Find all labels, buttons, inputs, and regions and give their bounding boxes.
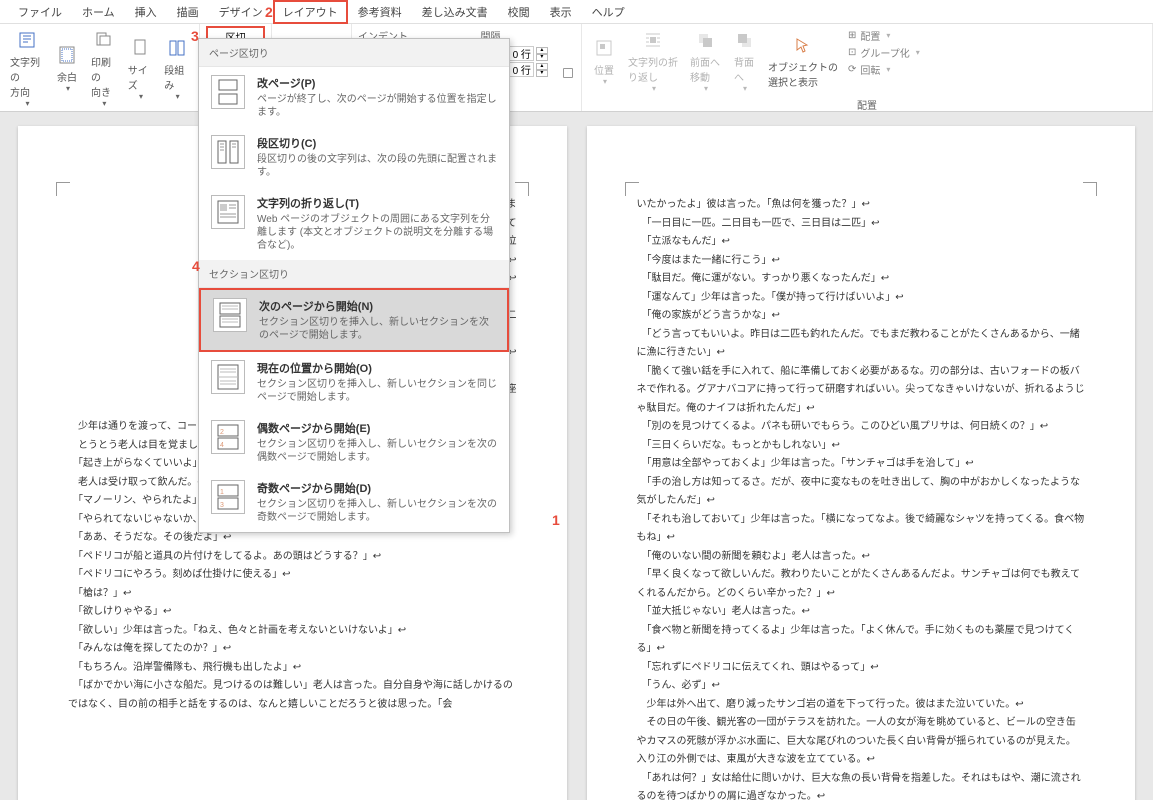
down-arrow[interactable]: ▾ <box>536 54 548 61</box>
odd-page-section-item[interactable]: 13 奇数ページから開始(D)セクション区切りを挿入し、新しいセクションを次の奇… <box>199 472 509 532</box>
svg-text:2: 2 <box>220 429 224 436</box>
annotation-2: 2 <box>265 4 273 20</box>
size-button[interactable]: サイズ▾ <box>124 26 157 110</box>
breaks-dropdown: ページ区切り 改ページ(P) ページが終了し、次のページが開始する位置を指定します… <box>198 38 510 533</box>
columns-label: 段組み <box>164 62 189 92</box>
backward-icon <box>732 28 756 52</box>
next-page-icon <box>213 298 247 332</box>
margins-button[interactable]: 余白▾ <box>51 26 83 110</box>
text-direction-label: 文字列の 方向 <box>10 54 43 99</box>
paragraph-launcher[interactable] <box>563 68 573 78</box>
rotate-button: ⟳回転▾ <box>848 62 920 77</box>
column-break-desc: 段区切りの後の文字列は、次の段の先頭に配置されます。 <box>257 153 497 179</box>
continuous-section-item[interactable]: 現在の位置から開始(O) セクション区切りを挿入し、新しいセクションを同じページで… <box>199 352 509 412</box>
orientation-icon <box>91 28 115 52</box>
ribbon: 文字列の 方向▾ 余白▾ 印刷の 向き▾ サイズ▾ 段組み▾ ページ設定 <box>0 24 1153 112</box>
even-page-title: 偶数ページから開始(E) <box>257 420 497 436</box>
up-arrow[interactable]: ▴ <box>536 63 548 70</box>
page-break-title: 改ページ(P) <box>257 75 497 91</box>
menu-校閲[interactable]: 校閲 <box>498 0 540 24</box>
even-page-section-item[interactable]: 24 偶数ページから開始(E)セクション区切りを挿入し、新しいセクションを次の偶… <box>199 412 509 472</box>
page-breaks-header: ページ区切り <box>199 39 509 67</box>
text-direction-button[interactable]: 文字列の 方向▾ <box>6 26 47 110</box>
odd-page-title: 奇数ページから開始(D) <box>257 480 497 496</box>
page-break-icon <box>211 75 245 109</box>
menu-参考資料[interactable]: 参考資料 <box>348 0 412 24</box>
columns-button[interactable]: 段組み▾ <box>160 26 193 110</box>
down-arrow[interactable]: ▾ <box>536 70 548 77</box>
column-break-item[interactable]: 段区切り(C) 段区切りの後の文字列は、次の段の先頭に配置されます。 <box>199 127 509 187</box>
menu-描画[interactable]: 描画 <box>167 0 209 24</box>
continuous-icon <box>211 360 245 394</box>
wrap-break-item[interactable]: 文字列の折り返し(T) Web ページのオブジェクトの周囲にある文字列を分離します… <box>199 187 509 260</box>
backward-label: 背面 へ <box>734 54 754 84</box>
svg-text:4: 4 <box>220 442 224 449</box>
even-page-desc: セクション区切りを挿入し、新しいセクションを次の偶数ページで開始します。 <box>257 438 497 464</box>
up-arrow[interactable]: ▴ <box>536 47 548 54</box>
menu-bar: ファイルホーム挿入描画デザインレイアウト参考資料差し込み文書校閲表示ヘルプ <box>0 0 1153 24</box>
column-break-title: 段区切り(C) <box>257 135 497 151</box>
arrange-label: 配置 <box>588 95 1146 112</box>
menu-ホーム[interactable]: ホーム <box>72 0 125 24</box>
annotation-4: 4 <box>192 258 200 274</box>
annotation-1: 1 <box>552 512 560 528</box>
next-page-section-item[interactable]: 次のページから開始(N) セクション区切りを挿入し、新しいセクションを次のページで… <box>199 288 509 352</box>
forward-icon <box>693 28 717 52</box>
page-right-body: いたかったよ」彼は言った。「魚は何を獲った？」↩ 「一日目に一匹。二日目も一匹で… <box>637 196 1086 800</box>
page-break-desc: ページが終了し、次のページが開始する位置を指定します。 <box>257 93 497 119</box>
menu-挿入[interactable]: 挿入 <box>125 0 167 24</box>
menu-差し込み文書[interactable]: 差し込み文書 <box>412 0 498 24</box>
position-label: 位置 <box>594 62 614 77</box>
group-objects-button: ⊡グループ化▾ <box>848 45 920 60</box>
odd-page-desc: セクション区切りを挿入し、新しいセクションを次の奇数ページで開始します。 <box>257 498 497 524</box>
menu-レイアウト[interactable]: レイアウト <box>273 0 348 24</box>
align-icon: ⊞ <box>848 30 856 41</box>
continuous-desc: セクション区切りを挿入し、新しいセクションを同じページで開始します。 <box>257 378 497 404</box>
document-area[interactable]: はズボンの裾をま一人がしてくれて大声で言った。泣てあげようよ」↩な声で言った。↩… <box>0 112 1153 800</box>
forward-label: 前面へ 移動 <box>690 54 720 84</box>
even-page-icon: 24 <box>211 420 245 454</box>
wrap-button: 文字列の折 り返し▾ <box>624 26 682 95</box>
wrap-break-icon <box>211 195 245 229</box>
text-direction-icon <box>15 28 39 52</box>
backward-button: 背面 へ▾ <box>728 26 760 95</box>
wrap-break-desc: Web ページのオブジェクトの周囲にある文字列を分離します (本文とオブジェクト… <box>257 213 497 252</box>
odd-page-icon: 13 <box>211 480 245 514</box>
group-icon: ⊡ <box>848 47 856 58</box>
group-page-setup: 文字列の 方向▾ 余白▾ 印刷の 向き▾ サイズ▾ 段組み▾ ページ設定 <box>0 24 200 111</box>
section-breaks-header: セクション区切り <box>199 260 509 288</box>
menu-ファイル[interactable]: ファイル <box>8 0 72 24</box>
position-button: 位置▾ <box>588 26 620 95</box>
menu-ヘルプ[interactable]: ヘルプ <box>582 0 635 24</box>
align-button: ⊞配置▾ <box>848 28 920 43</box>
next-page-desc: セクション区切りを挿入し、新しいセクションを次のページで開始します。 <box>259 316 495 342</box>
position-icon <box>592 36 616 60</box>
orientation-label: 印刷の 向き <box>91 54 116 99</box>
menu-表示[interactable]: 表示 <box>540 0 582 24</box>
continuous-title: 現在の位置から開始(O) <box>257 360 497 376</box>
page-right[interactable]: いたかったよ」彼は言った。「魚は何を獲った？」↩ 「一日目に一匹。二日目も一匹で… <box>587 126 1136 800</box>
menu-デザイン[interactable]: デザイン <box>209 0 273 24</box>
svg-text:1: 1 <box>220 489 224 496</box>
rotate-icon: ⟳ <box>848 64 856 75</box>
wrap-icon <box>641 28 665 52</box>
annotation-3: 3 <box>191 28 199 44</box>
svg-text:3: 3 <box>220 502 224 509</box>
selection-icon <box>791 33 815 57</box>
columns-icon <box>165 36 189 60</box>
selection-pane-button[interactable]: オブジェクトの 選択と表示 <box>764 26 842 95</box>
margins-icon <box>55 43 79 67</box>
wrap-break-title: 文字列の折り返し(T) <box>257 195 497 211</box>
size-icon <box>128 36 152 60</box>
group-arrange: 位置▾ 文字列の折 り返し▾ 前面へ 移動▾ 背面 へ▾ オブジェクトの 選択と… <box>582 24 1153 111</box>
page-break-item[interactable]: 改ページ(P) ページが終了し、次のページが開始する位置を指定します。 <box>199 67 509 127</box>
margins-label: 余白 <box>57 69 77 84</box>
wrap-label: 文字列の折 り返し <box>628 54 678 84</box>
size-label: サイズ <box>128 62 153 92</box>
orientation-button[interactable]: 印刷の 向き▾ <box>87 26 120 110</box>
selection-pane-label: オブジェクトの 選択と表示 <box>768 59 838 89</box>
column-break-icon <box>211 135 245 169</box>
forward-button: 前面へ 移動▾ <box>686 26 724 95</box>
next-page-title: 次のページから開始(N) <box>259 298 495 314</box>
